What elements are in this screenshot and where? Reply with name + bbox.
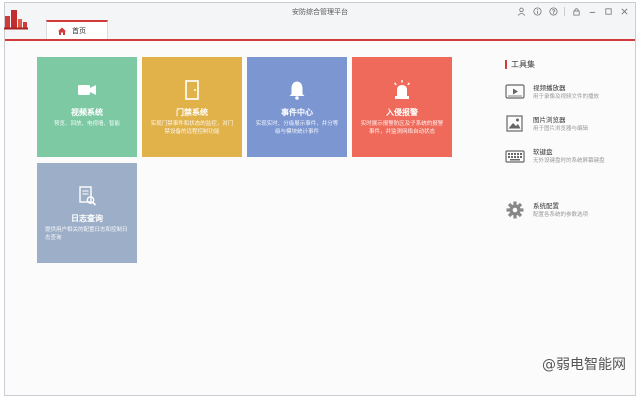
bell-icon — [247, 79, 347, 101]
tile-alarm-title: 入侵报警 — [352, 107, 452, 118]
tool-picture-viewer[interactable]: 图片浏览器 用于图片浏览器与编辑 — [505, 113, 631, 137]
tile-event-desc: 实现实时、分级展示事件，并分等级与模块统计事件 — [255, 120, 339, 136]
gear-icon — [505, 201, 525, 219]
picture-viewer-icon — [505, 115, 525, 133]
controls-divider — [564, 7, 565, 16]
alarm-siren-icon — [352, 79, 452, 101]
tool-soft-keyboard-desc: 无外设键盘时的系统屏幕键盘 — [533, 156, 605, 164]
tile-log-desc: 提供用户相关的配置日志和控制日志查询 — [45, 226, 129, 242]
tools-header-label: 工具集 — [511, 59, 535, 70]
tile-video-desc: 预览、回放、电视墙、智能 — [45, 120, 129, 128]
tool-picture-viewer-desc: 用于图片浏览器与编辑 — [533, 124, 588, 132]
tab-home-label: 首页 — [72, 26, 86, 36]
app-window: 安防综合管理平台 — [4, 2, 636, 396]
help-icon[interactable] — [548, 6, 558, 16]
user-icon[interactable] — [516, 6, 526, 16]
tile-alarm-desc: 实时展示报警防区及子系统的报警事件，并监测网络自动状态 — [360, 120, 444, 136]
tool-video-player-title: 视频播放器 — [533, 82, 566, 92]
close-icon[interactable] — [619, 6, 629, 16]
tile-log-title: 日志查询 — [37, 213, 137, 224]
tool-picture-viewer-title: 图片浏览器 — [533, 114, 566, 124]
title-bar: 安防综合管理平台 — [5, 3, 635, 20]
tile-event-title: 事件中心 — [247, 107, 347, 118]
tool-video-player-desc: 用于录像及视频文件的播放 — [533, 92, 599, 100]
maximize-icon[interactable] — [603, 6, 613, 16]
log-search-icon — [37, 185, 137, 207]
tool-soft-keyboard[interactable]: 软键盘 无外设键盘时的系统屏幕键盘 — [505, 145, 631, 169]
watermark: @弱电智能网 — [542, 354, 626, 374]
minimize-icon[interactable] — [587, 6, 597, 16]
tab-bar: 首页 — [5, 19, 635, 41]
app-logo — [4, 6, 28, 30]
info-icon[interactable] — [532, 6, 542, 16]
tile-log-query[interactable]: 日志查询 提供用户相关的配置日志和控制日志查询 — [37, 163, 137, 263]
tile-door-desc: 实现门禁事件和状态的监控，对门禁设备的远程控制功能 — [150, 120, 234, 136]
tools-header: 工具集 — [505, 59, 535, 70]
door-icon — [142, 79, 242, 101]
tile-door-title: 门禁系统 — [142, 107, 242, 118]
tool-video-player[interactable]: 视频播放器 用于录像及视频文件的播放 — [505, 81, 631, 105]
video-camera-icon — [37, 79, 137, 101]
tool-soft-keyboard-title: 软键盘 — [533, 146, 553, 156]
tile-video-title: 视频系统 — [37, 107, 137, 118]
tile-video-system[interactable]: 视频系统 预览、回放、电视墙、智能 — [37, 57, 137, 157]
tab-home[interactable]: 首页 — [46, 20, 108, 39]
window-controls — [516, 6, 629, 16]
tools-header-accent — [505, 60, 507, 69]
home-icon — [57, 26, 67, 36]
lock-icon[interactable] — [571, 6, 581, 16]
tool-system-config-desc: 配置各系统的参数选项 — [533, 210, 588, 218]
keyboard-icon — [505, 147, 525, 165]
video-player-icon — [505, 83, 525, 101]
tile-intrusion-alarm[interactable]: 入侵报警 实时展示报警防区及子系统的报警事件，并监测网络自动状态 — [352, 57, 452, 157]
tile-event-center[interactable]: 事件中心 实现实时、分级展示事件，并分等级与模块统计事件 — [247, 57, 347, 157]
tool-system-config[interactable]: 系统配置 配置各系统的参数选项 — [505, 199, 631, 223]
tile-door-system[interactable]: 门禁系统 实现门禁事件和状态的监控，对门禁设备的远程控制功能 — [142, 57, 242, 157]
tool-system-config-title: 系统配置 — [533, 200, 559, 210]
